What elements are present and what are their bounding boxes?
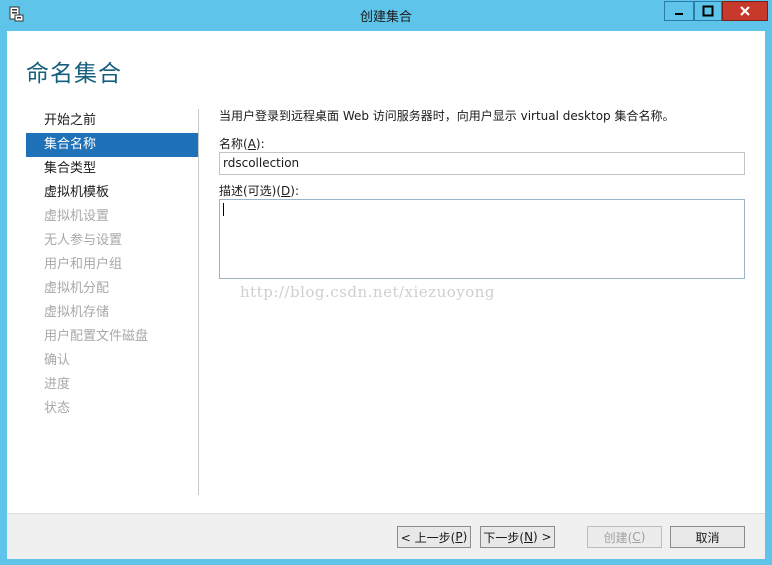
- maximize-icon: [702, 5, 714, 17]
- window-title: 创建集合: [359, 10, 412, 25]
- nav-item: 虚拟机存储: [44, 305, 110, 320]
- page-title: 命名集合: [26, 61, 122, 87]
- nav-item: 无人参与设置: [44, 233, 123, 248]
- nav-item[interactable]: 集合类型: [26, 157, 198, 181]
- button-bar: < 上一步(P) 下一步(N) > 创建(C) 取消: [7, 513, 765, 559]
- form-description: 当用户登录到远程桌面 Web 访问服务器时，向用户显示 virtual desk…: [219, 109, 675, 123]
- nav-item: 确认: [44, 353, 71, 368]
- nav-item: 状态: [44, 401, 71, 416]
- nav-item: 虚拟机设置: [44, 209, 110, 224]
- minimize-button[interactable]: [664, 1, 694, 21]
- create-button[interactable]: 创建(C): [587, 526, 662, 548]
- description-label: 描述(可选)(D):: [219, 184, 300, 198]
- next-button[interactable]: 下一步(N) >: [480, 526, 555, 548]
- wizard-client-area: 命名集合 开始之前 集合名称 集合类型 虚拟机模板虚拟机设置无人参与设置 用户和用户组虚…: [7, 31, 765, 559]
- description-textarea[interactable]: [219, 199, 745, 279]
- watermark: http://blog.csdn.net/xiezuoyong: [240, 283, 496, 301]
- minimize-icon: [675, 13, 683, 15]
- nav-item: 虚拟机分配: [44, 281, 110, 296]
- nav-item[interactable]: 集合名称: [26, 133, 198, 157]
- nav-item: 进度: [44, 377, 71, 392]
- close-icon: [740, 6, 750, 16]
- nav-item: 用户和用户组: [44, 257, 123, 272]
- nav-divider: [198, 109, 199, 495]
- title-bar[interactable]: 创建集合: [0, 0, 772, 30]
- cancel-button[interactable]: 取消: [670, 526, 745, 548]
- close-button[interactable]: [722, 1, 768, 21]
- nav-item[interactable]: 开始之前: [26, 109, 198, 133]
- maximize-button[interactable]: [694, 1, 722, 21]
- text-caret: [223, 203, 224, 216]
- previous-button[interactable]: < 上一步(P): [397, 526, 471, 548]
- collection-name-input[interactable]: rdscollection: [219, 152, 745, 175]
- nav-item[interactable]: 虚拟机模板: [26, 181, 198, 205]
- form-content: 当用户登录到远程桌面 Web 访问服务器时，向用户显示 virtual desk…: [219, 108, 759, 279]
- name-label: 名称(A):: [219, 137, 265, 151]
- nav-item: 用户配置文件磁盘: [44, 329, 149, 344]
- wizard-nav: 开始之前 集合名称 集合类型 虚拟机模板虚拟机设置无人参与设置 用户和用户组 虚拟机分配虚…: [26, 109, 198, 421]
